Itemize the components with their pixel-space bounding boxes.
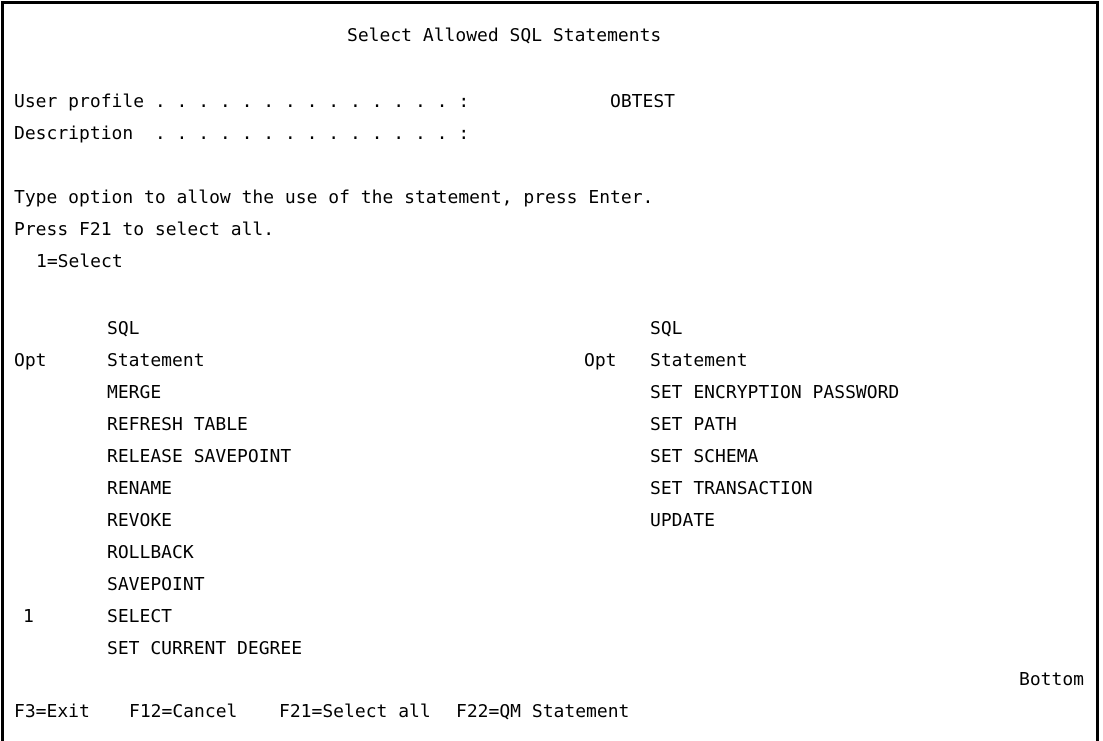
statement-rename: RENAME [107, 478, 173, 499]
option-input[interactable] [588, 413, 618, 437]
option-input[interactable]: 1 [23, 605, 53, 629]
statement-refresh-table: REFRESH TABLE [107, 414, 248, 435]
statement-set-transaction: SET TRANSACTION [650, 478, 813, 499]
statement-update: UPDATE [650, 510, 716, 531]
user-profile-label: User profile . . . . . . . . . . . . . .… [14, 91, 470, 112]
user-profile-value: OBTEST [610, 91, 676, 112]
column-header-sql: SQL [650, 318, 683, 339]
statement-revoke: REVOKE [107, 510, 173, 531]
statement-set-path: SET PATH [650, 414, 737, 435]
statement-set-schema: SET SCHEMA [650, 446, 759, 467]
statement-set-current-degree: SET CURRENT DEGREE [107, 638, 303, 659]
f3-exit-key[interactable]: F3=Exit [14, 700, 90, 724]
option-input[interactable] [18, 413, 48, 437]
statement-rollback: ROLLBACK [107, 542, 194, 563]
f21-select-all-key[interactable]: F21=Select all [279, 700, 431, 724]
option-input[interactable] [588, 381, 618, 405]
option-input[interactable] [588, 509, 618, 533]
option-input[interactable] [18, 573, 48, 597]
f12-cancel-key[interactable]: F12=Cancel [129, 700, 237, 724]
column-header-sql: SQL [107, 318, 140, 339]
option-input[interactable] [18, 381, 48, 405]
statement-set-encryption-password: SET ENCRYPTION PASSWORD [650, 382, 900, 403]
statement-savepoint: SAVEPOINT [107, 574, 205, 595]
option-input[interactable] [18, 541, 48, 565]
column-header-opt: Opt [14, 350, 47, 371]
statement-merge: MERGE [107, 382, 162, 403]
column-header-opt: Opt [584, 350, 617, 371]
column-header-statement: Statement [107, 350, 205, 371]
option-input[interactable] [18, 477, 48, 501]
option-input[interactable] [18, 445, 48, 469]
screen-title: Select Allowed SQL Statements [347, 25, 662, 46]
option-input[interactable] [588, 477, 618, 501]
terminal-screen: Select Allowed SQL Statements User profi… [1, 1, 1099, 741]
instruction-text: Press F21 to select all. [14, 219, 275, 240]
option-input[interactable] [588, 445, 618, 469]
scroll-indicator: Bottom [1019, 669, 1085, 690]
instruction-text: Type option to allow the use of the stat… [14, 187, 654, 208]
option-legend: 1=Select [36, 251, 123, 272]
statement-release-savepoint: RELEASE SAVEPOINT [107, 446, 292, 467]
description-label: Description . . . . . . . . . . . . . . … [14, 123, 470, 144]
option-input[interactable] [18, 637, 48, 661]
f22-qm-statement-key[interactable]: F22=QM Statement [456, 700, 629, 724]
column-header-statement: Statement [650, 350, 748, 371]
statement-select: SELECT [107, 606, 173, 627]
option-input[interactable] [18, 509, 48, 533]
